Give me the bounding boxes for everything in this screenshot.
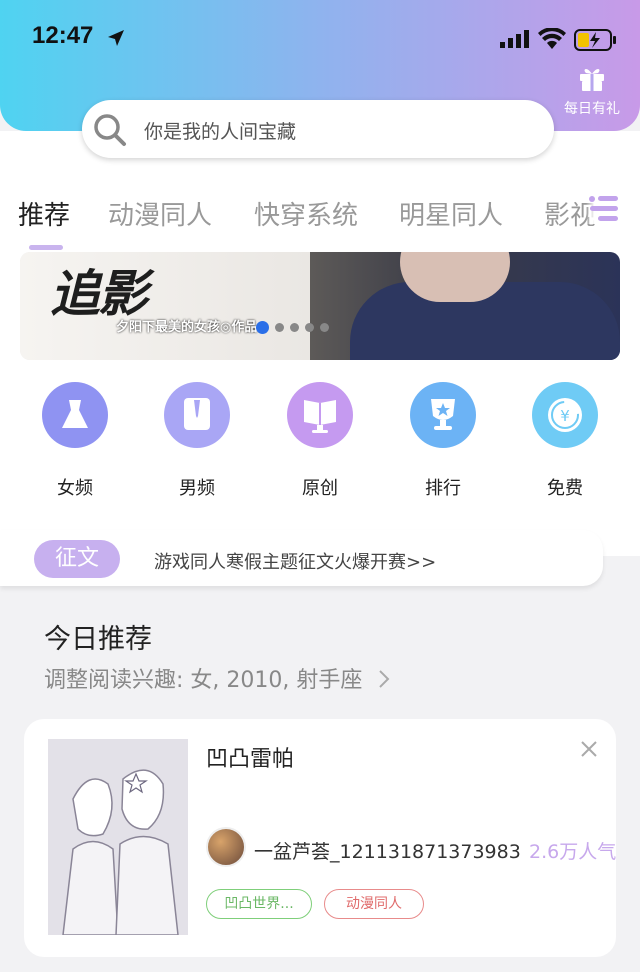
location-arrow-icon <box>108 30 124 46</box>
category-label: 女频 <box>57 478 93 499</box>
shirt-icon <box>164 382 230 448</box>
tab-menu-button[interactable] <box>586 192 620 224</box>
category-ranking[interactable]: 排行 <box>388 382 498 500</box>
contest-notice[interactable]: 征文 游戏同人寒假主题征文火爆开赛>> <box>0 530 603 586</box>
reading-interest-link[interactable]: 调整阅读兴趣: 女, 2010, 射手座 <box>44 662 391 694</box>
yen-icon: ¥ <box>532 382 598 448</box>
battery-icon <box>574 29 616 51</box>
category-label: 排行 <box>425 478 461 499</box>
banner-dot[interactable] <box>320 323 329 332</box>
section-title: 今日推荐 <box>44 624 152 655</box>
daily-gift-label: 每日有礼 <box>564 101 620 117</box>
active-tab-indicator <box>29 245 63 250</box>
promo-banner[interactable]: 追影 夕阳下最美的女孩◎作品 <box>20 252 620 360</box>
banner-subtitle: 夕阳下最美的女孩◎作品 <box>116 320 258 335</box>
category-tabs: 推荐 动漫同人 快穿系统 明星同人 影视 <box>0 190 640 240</box>
tab-anime-fanfic[interactable]: 动漫同人 <box>108 195 212 232</box>
search-placeholder: 你是我的人间宝藏 <box>144 121 297 143</box>
book-tag[interactable]: 凹凸世界... <box>206 889 312 919</box>
category-free[interactable]: ¥ 免费 <box>510 382 620 500</box>
author-name[interactable]: 一盆芦荟_121131871373983 <box>254 837 521 864</box>
book-tag[interactable]: 动漫同人 <box>324 889 424 919</box>
book-card[interactable]: 凹凸雷帕 一盆芦荟_121131871373983 2.6万人气 凹凸世界...… <box>24 719 616 957</box>
category-label: 原创 <box>302 478 338 499</box>
tab-celebrity-fanfic[interactable]: 明星同人 <box>399 195 503 232</box>
svg-text:¥: ¥ <box>560 407 570 425</box>
book-icon <box>287 382 353 448</box>
cellular-signal-icon <box>500 30 529 48</box>
contest-badge: 征文 <box>34 540 120 578</box>
banner-dot[interactable] <box>290 323 299 332</box>
category-label: 免费 <box>547 478 583 499</box>
category-female[interactable]: 女频 <box>20 382 130 500</box>
dress-icon <box>42 382 108 448</box>
banner-dot[interactable] <box>275 323 284 332</box>
status-time: 12:47 <box>32 22 94 49</box>
popularity-count: 2.6万人气 <box>529 841 617 863</box>
gift-icon <box>580 68 604 91</box>
search-bar[interactable]: 你是我的人间宝藏 <box>82 100 554 158</box>
category-male[interactable]: 男频 <box>142 382 252 500</box>
tab-quick-travel[interactable]: 快穿系统 <box>254 195 358 232</box>
book-title[interactable]: 凹凸雷帕 <box>206 741 294 773</box>
contest-notice-text[interactable]: 游戏同人寒假主题征文火爆开赛>> <box>154 548 436 574</box>
book-cover[interactable] <box>48 739 188 935</box>
daily-gift-button[interactable]: 每日有礼 <box>556 64 628 118</box>
dismiss-button[interactable] <box>580 739 598 764</box>
status-bar: 12:47 <box>0 0 640 80</box>
category-original[interactable]: 原创 <box>265 382 375 500</box>
close-icon <box>581 741 597 757</box>
reading-interest-text: 调整阅读兴趣: 女, 2010, 射手座 <box>44 668 363 693</box>
category-label: 男频 <box>179 478 215 499</box>
tab-recommend[interactable]: 推荐 <box>18 195 70 232</box>
search-icon <box>94 114 126 146</box>
wifi-icon <box>538 28 566 49</box>
banner-dot[interactable] <box>305 323 314 332</box>
author-avatar[interactable] <box>206 827 246 867</box>
menu-icon <box>589 196 618 221</box>
chevron-right-icon <box>379 670 390 688</box>
trophy-icon <box>410 382 476 448</box>
banner-dot-active[interactable] <box>256 321 269 334</box>
banner-pagination <box>256 317 335 336</box>
